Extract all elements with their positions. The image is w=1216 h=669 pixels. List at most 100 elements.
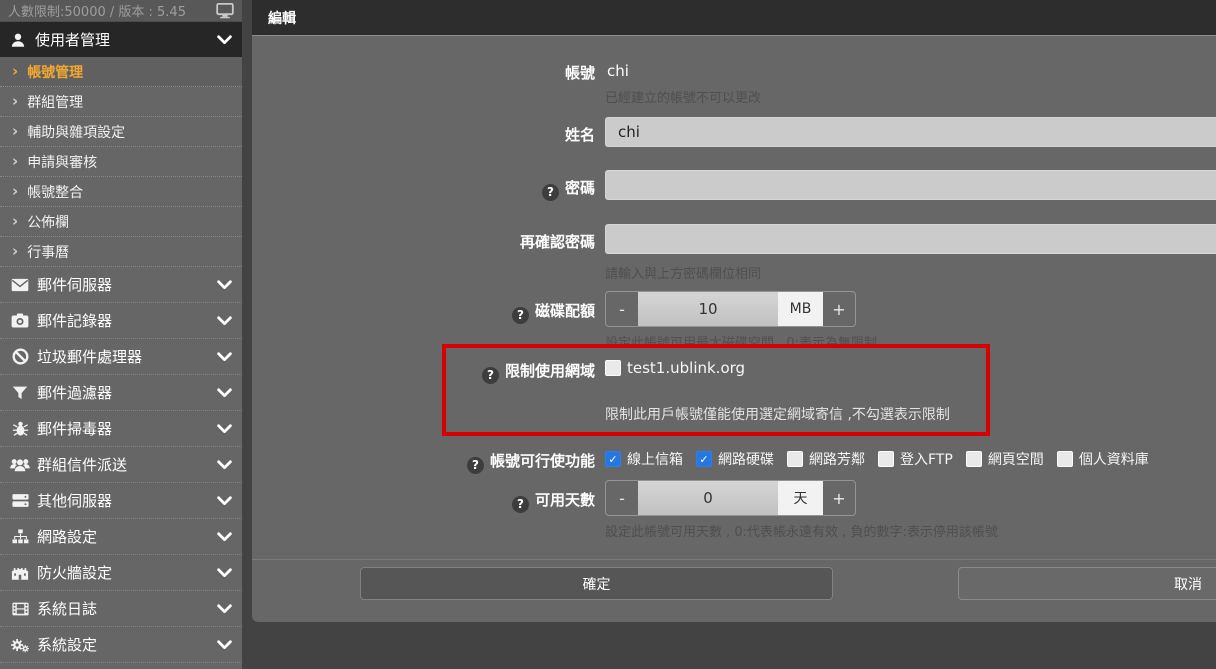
days-label: ?可用天數 bbox=[252, 489, 595, 513]
password-confirm-label: 再確認密碼 bbox=[252, 231, 595, 252]
days-increment-button[interactable]: + bbox=[823, 481, 855, 515]
gears-icon bbox=[10, 637, 30, 653]
submenu-arrow-icon: › bbox=[12, 244, 18, 259]
sidebar-item-label: 行事曆 bbox=[27, 242, 69, 262]
domain-restrict-label: ?限制使用網域 bbox=[252, 360, 595, 384]
sidebar-item-group-management[interactable]: › 群組管理 bbox=[0, 87, 242, 117]
domain-checkbox-label: test1.ublink.org bbox=[627, 359, 745, 377]
chevron-down-icon bbox=[217, 640, 232, 650]
sidebar-section-user-management[interactable]: 使用者管理 bbox=[0, 22, 242, 57]
chevron-down-icon bbox=[217, 460, 232, 470]
sidebar-item-label: 郵件掃毒器 bbox=[37, 418, 112, 439]
feature-network-neighborhood: 網路芳鄰 bbox=[787, 449, 865, 469]
account-label: 帳號 bbox=[252, 62, 595, 83]
feature-personal-database-checkbox[interactable] bbox=[1057, 451, 1073, 467]
user-icon bbox=[10, 32, 26, 48]
feature-network-neighborhood-checkbox[interactable] bbox=[787, 451, 803, 467]
days-value[interactable]: 0 bbox=[638, 481, 778, 515]
chevron-down-icon bbox=[217, 280, 232, 290]
days-unit: 天 bbox=[778, 481, 823, 515]
sidebar-item-firewall-settings[interactable]: 防火牆設定 bbox=[0, 555, 242, 591]
footer-divider bbox=[252, 559, 1216, 560]
sidebar-item-calendar[interactable]: › 行事曆 bbox=[0, 237, 242, 267]
sidebar-item-label: 群組管理 bbox=[27, 92, 83, 112]
server-icon bbox=[10, 493, 30, 508]
help-icon[interactable]: ? bbox=[512, 307, 529, 324]
sidebar-item-mail-antivirus[interactable]: 郵件掃毒器 bbox=[0, 411, 242, 447]
days-hint: 設定此帳號可用天數 , 0:代表帳永遠有效 , 負的數字:表示停用該帳號 bbox=[605, 521, 998, 540]
disk-quota-label: ?磁碟配額 bbox=[252, 300, 595, 324]
sidebar-section-label: 使用者管理 bbox=[35, 29, 110, 50]
help-icon[interactable]: ? bbox=[467, 457, 484, 474]
camera-icon bbox=[10, 313, 30, 328]
edit-account-panel: 編輯 帳號 chi 已經建立的帳號不可以更改 姓名 ?密碼 再確認密碼 請輸入與… bbox=[252, 0, 1216, 622]
feature-webmail-checkbox[interactable]: ✓ bbox=[605, 451, 621, 467]
submenu-arrow-icon: › bbox=[12, 94, 18, 109]
sidebar-item-network-settings[interactable]: 網路設定 bbox=[0, 519, 242, 555]
sidebar-item-label: 申請與審核 bbox=[27, 152, 97, 172]
feature-web-space: 網頁空間 bbox=[966, 449, 1044, 469]
panel-title-bar: 編輯 bbox=[252, 0, 1216, 36]
sidebar-item-label: 郵件伺服器 bbox=[37, 274, 112, 295]
sidebar-item-account-integration[interactable]: › 帳號整合 bbox=[0, 177, 242, 207]
sidebar-item-group-mail-delivery[interactable]: 群組信件派送 bbox=[0, 447, 242, 483]
sidebar-item-apply-review[interactable]: › 申請與審核 bbox=[0, 147, 242, 177]
feature-network-disk: ✓ 網路硬碟 bbox=[696, 449, 774, 469]
disk-quota-stepper: - 10 MB + bbox=[605, 291, 856, 327]
help-icon[interactable]: ? bbox=[512, 496, 529, 513]
sidebar-item-mail-filter[interactable]: 郵件過濾器 bbox=[0, 375, 242, 411]
disk-quota-value[interactable]: 10 bbox=[638, 292, 778, 326]
days-decrement-button[interactable]: - bbox=[606, 481, 638, 515]
sidebar-item-label: 垃圾郵件處理器 bbox=[37, 346, 142, 367]
sidebar-item-aux-misc-settings[interactable]: › 輔助與雜項設定 bbox=[0, 117, 242, 147]
sidebar-item-account-management[interactable]: › 帳號管理 bbox=[0, 57, 242, 87]
disk-quota-increment-button[interactable]: + bbox=[823, 292, 855, 326]
account-hint: 已經建立的帳號不可以更改 bbox=[605, 87, 761, 106]
sidebar-item-label: 輔助與雜項設定 bbox=[27, 122, 125, 142]
sidebar-item-label: 郵件記錄器 bbox=[37, 310, 112, 331]
chevron-down-icon bbox=[217, 316, 232, 326]
chevron-down-icon bbox=[217, 352, 232, 362]
cancel-button[interactable]: 取消 bbox=[958, 567, 1216, 600]
sidebar-item-mail-recorder[interactable]: 郵件記錄器 bbox=[0, 303, 242, 339]
domain-restrict-option: test1.ublink.org bbox=[605, 359, 745, 377]
sidebar-item-system-settings[interactable]: 系統設定 bbox=[0, 627, 242, 663]
password-confirm-input[interactable] bbox=[605, 224, 1216, 254]
sidebar-item-mail-server[interactable]: 郵件伺服器 bbox=[0, 267, 242, 303]
name-label: 姓名 bbox=[252, 124, 595, 145]
feature-ftp-login: 登入FTP bbox=[878, 449, 953, 469]
disk-quota-decrement-button[interactable]: - bbox=[606, 292, 638, 326]
help-icon[interactable]: ? bbox=[542, 184, 559, 201]
feature-ftp-login-checkbox[interactable] bbox=[878, 451, 894, 467]
feature-network-disk-checkbox[interactable]: ✓ bbox=[696, 451, 712, 467]
sidebar: 人數限制:50000 / 版本 : 5.45 使用者管理 bbox=[0, 0, 242, 669]
name-input[interactable] bbox=[605, 117, 1216, 147]
sidebar-item-label: 系統日誌 bbox=[37, 598, 97, 619]
feature-web-space-checkbox[interactable] bbox=[966, 451, 982, 467]
chevron-down-icon bbox=[217, 424, 232, 434]
password-label: ?密碼 bbox=[252, 177, 595, 201]
domain-restrict-hint: 限制此用戶帳號僅能使用選定網域寄信 ,不勾選表示限制 bbox=[605, 404, 950, 424]
sidebar-item-label: 防火牆設定 bbox=[37, 562, 112, 583]
feature-webmail: ✓ 線上信箱 bbox=[605, 449, 683, 469]
sidebar-item-label: 系統設定 bbox=[37, 634, 97, 655]
sidebar-item-label: 網路設定 bbox=[37, 526, 97, 547]
ban-icon bbox=[10, 348, 30, 365]
features-options: ✓ 線上信箱 ✓ 網路硬碟 網路芳鄰 登入FTP 網頁空間 個人資料庫 bbox=[605, 449, 1162, 469]
page-title: 編輯 bbox=[268, 8, 296, 28]
app-window: 人數限制:50000 / 版本 : 5.45 使用者管理 bbox=[0, 0, 1216, 669]
domain-checkbox[interactable] bbox=[605, 360, 621, 376]
sidebar-item-bulletin-board[interactable]: › 公佈欄 bbox=[0, 207, 242, 237]
sidebar-item-label: 群組信件派送 bbox=[37, 454, 127, 475]
password-input[interactable] bbox=[605, 170, 1216, 200]
sidebar-item-label: 帳號整合 bbox=[27, 182, 83, 202]
sidebar-status-bar: 人數限制:50000 / 版本 : 5.45 bbox=[0, 0, 242, 22]
ok-button[interactable]: 確定 bbox=[360, 567, 833, 600]
sidebar-item-spam-processor[interactable]: 垃圾郵件處理器 bbox=[0, 339, 242, 375]
bug-icon bbox=[10, 420, 30, 437]
sidebar-item-other-servers[interactable]: 其他伺服器 bbox=[0, 483, 242, 519]
sidebar-item-system-log[interactable]: 系統日誌 bbox=[0, 591, 242, 627]
help-icon[interactable]: ? bbox=[482, 367, 499, 384]
film-icon bbox=[10, 602, 30, 616]
sidebar-item-label: 其他伺服器 bbox=[37, 490, 112, 511]
